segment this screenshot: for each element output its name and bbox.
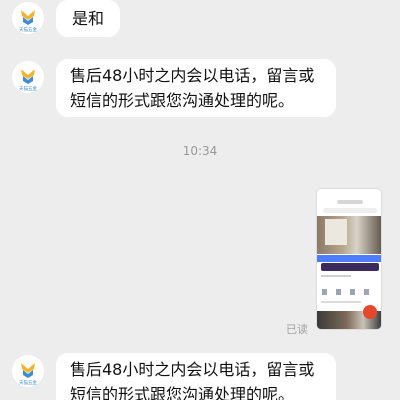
thumb-text-line	[321, 275, 351, 277]
thumb-icon-row	[322, 289, 378, 295]
thumb-searchbar	[323, 208, 377, 213]
thumb-product-detail	[325, 219, 347, 245]
read-receipt: 已读	[286, 323, 308, 336]
message-text: 售后48小时之内会以电话，留言或短信的形式跟您沟通处理的呢。	[70, 360, 315, 400]
thumb-badge-icon	[363, 305, 377, 319]
avatar-logo-text: 天猫五金	[19, 85, 37, 92]
thumb-banner	[317, 255, 381, 262]
message-bubble[interactable]: 售后48小时之内会以电话，留言或短信的形式跟您沟通处理的呢。	[56, 353, 336, 400]
thumb-promo-bar	[321, 263, 379, 271]
image-message-thumbnail[interactable]	[316, 188, 382, 330]
thumb-status-bar	[317, 192, 381, 198]
message-bubble[interactable]: 售后48小时之内会以电话，留言或短信的形式跟您沟通处理的呢。	[56, 59, 336, 117]
thumb-header	[337, 200, 363, 204]
agent-avatar[interactable]: 天猫五金	[12, 2, 44, 34]
message-text: 售后48小时之内会以电话，留言或短信的形式跟您沟通处理的呢。	[70, 66, 315, 110]
avatar-logo-text: 天猫五金	[19, 379, 37, 386]
avatar-logo-text: 天猫五金	[19, 26, 37, 33]
thumb-text-line	[321, 301, 361, 303]
message-text: 是和	[72, 9, 105, 28]
message-bubble[interactable]: 是和	[56, 0, 121, 37]
agent-avatar[interactable]: 天猫五金	[12, 355, 44, 387]
agent-avatar[interactable]: 天猫五金	[12, 61, 44, 93]
timestamp: 10:34	[182, 144, 218, 158]
